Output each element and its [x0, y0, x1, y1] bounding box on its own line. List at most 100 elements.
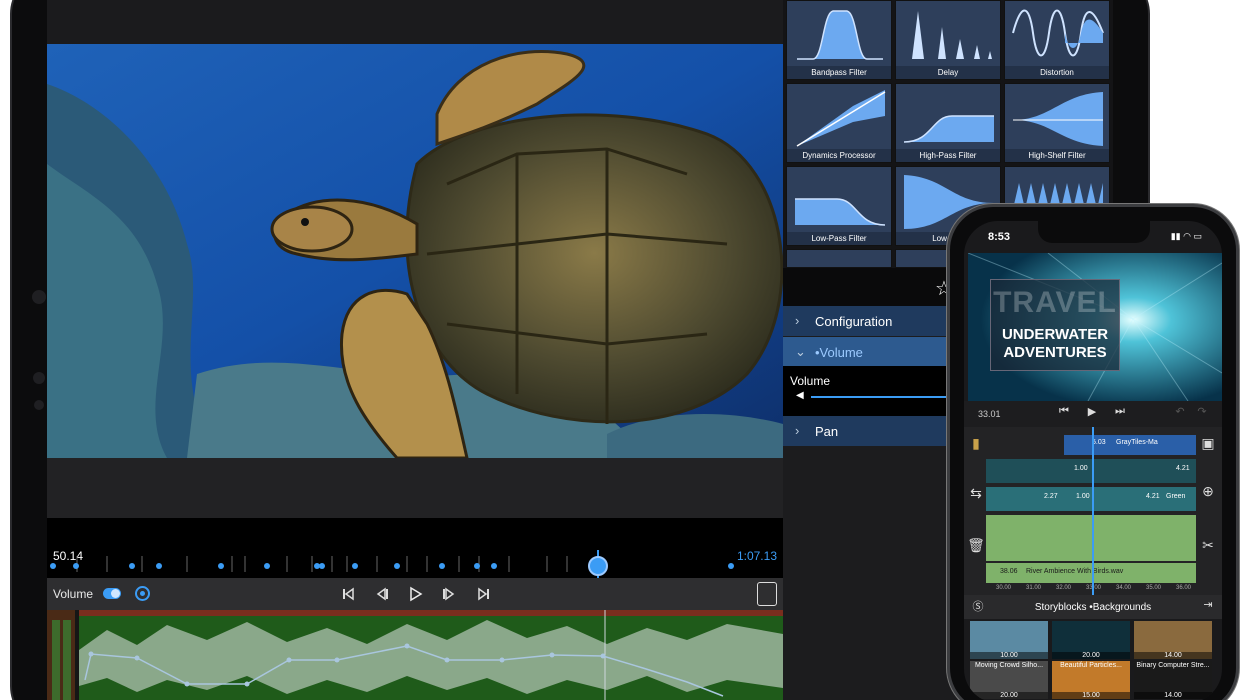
iphone-notch	[1038, 221, 1150, 243]
ipad-sensor-icon	[33, 372, 45, 384]
title-ghost-text: TRAVEL	[993, 286, 1117, 319]
volume-label: Volume	[53, 587, 94, 601]
timeline-ruler: 30.00 31.00 32.00 33.00 34.00 35.00 36.0…	[986, 585, 1196, 595]
phone-video-preview[interactable]: TRAVEL UNDERWATER ADVENTURES	[968, 253, 1222, 401]
audio-waveform[interactable]	[47, 610, 783, 700]
pan-label: Pan	[815, 424, 839, 439]
video-track-2[interactable]: 2.27 1.00 4.21 Green	[986, 487, 1196, 511]
skip-start-icon[interactable]	[339, 585, 357, 603]
ipad-sensor-icon	[34, 400, 44, 410]
clip-duration: 1.00	[1074, 465, 1088, 472]
thumb-duration: 20.00	[970, 692, 1048, 699]
redo-icon[interactable]: ↷	[1192, 405, 1212, 425]
step-forward-icon[interactable]	[440, 585, 458, 603]
video-track-1[interactable]: 1.00 4.21	[986, 459, 1196, 483]
thumb-duration: 20.00	[1052, 652, 1130, 659]
device-mockup: 50.14 1:07.13 Volume Bandpass Filter Del…	[0, 0, 1245, 700]
library-thumb[interactable]: 10.00	[970, 621, 1048, 659]
split-audio-icon[interactable]: ⇆	[966, 485, 986, 505]
keyframe-target-icon[interactable]	[135, 586, 150, 601]
exit-icon[interactable]: ⇥	[1198, 598, 1218, 618]
play-icon[interactable]	[406, 585, 424, 603]
status-time: 8:53	[988, 231, 1011, 243]
clip-duration: 1.00	[1076, 493, 1090, 500]
ruler-tick: 34.00	[1116, 585, 1132, 591]
effect-distortion[interactable]: Distortion	[1004, 0, 1110, 80]
volume-slider-label: Volume	[790, 374, 831, 388]
delay-curve-icon	[912, 11, 992, 59]
title-clip[interactable]: 5.03 GrayTiles-Ma	[1064, 435, 1196, 455]
iphone-frame: 8:53 ▮▮ ◠ ▭ TRAVEL UNDERWATER ADVENTURES…	[947, 204, 1239, 700]
waveform-graphic	[47, 610, 783, 700]
effect-dynamics-processor[interactable]: Dynamics Processor	[786, 83, 892, 163]
configuration-label: Configuration	[815, 314, 893, 329]
title-line-1: UNDERWATER	[1001, 326, 1109, 343]
video-preview[interactable]	[47, 44, 783, 458]
editor-control-bar: Volume	[47, 578, 783, 610]
audio-duration: 38.06	[1000, 568, 1018, 575]
clip-duration: 5.03	[1092, 439, 1106, 446]
timeline-scrubber[interactable]: 50.14 1:07.13	[47, 518, 783, 578]
library-thumb[interactable]: Binary Computer Stre... 14.00	[1134, 661, 1212, 699]
thumb-duration: 14.00	[1134, 692, 1212, 699]
effect-high-pass-filter[interactable]: High-Pass Filter	[895, 83, 1001, 163]
audio-track-2[interactable]: 38.06 River Ambience With Birds.wav	[986, 563, 1196, 583]
effect-label: Distortion	[1005, 66, 1109, 79]
iphone-screen: 8:53 ▮▮ ◠ ▭ TRAVEL UNDERWATER ADVENTURES…	[964, 221, 1222, 700]
undo-icon[interactable]: ↶	[1170, 405, 1190, 425]
audio-track[interactable]	[986, 515, 1196, 561]
ruler-tick: 36.00	[1176, 585, 1192, 591]
effect-low-pass-filter[interactable]: Low-Pass Filter	[786, 166, 892, 246]
dynamics-curve-icon	[796, 90, 886, 147]
library-header: Ⓢ Storyblocks •Backgrounds ⇥	[964, 595, 1222, 619]
effect-delay[interactable]: Delay	[895, 0, 1001, 80]
clipboard-icon[interactable]	[757, 582, 777, 606]
thumb-label: Beautiful Particles...	[1060, 662, 1122, 669]
highpass-curve-icon	[903, 115, 994, 143]
effect-label: Delay	[896, 66, 1000, 79]
effect-bandpass-filter[interactable]: Bandpass Filter	[786, 0, 892, 80]
skip-end-icon[interactable]	[475, 585, 493, 603]
chevron-right-icon: ›	[795, 423, 800, 438]
highshelf-curve-icon	[1013, 92, 1103, 146]
clip-duration: 4.21	[1176, 465, 1190, 472]
effect-label: Low-Pass Filter	[787, 232, 891, 245]
trash-icon[interactable]: 🗑	[966, 537, 986, 557]
title-overlay: TRAVEL UNDERWATER ADVENTURES	[990, 279, 1120, 371]
add-icon[interactable]: ⊕	[1198, 483, 1218, 503]
volume-section-label: •Volume	[815, 345, 863, 360]
scissors-icon[interactable]: ✂	[1198, 537, 1218, 557]
bandpass-curve-icon	[797, 10, 883, 60]
effect-label: High-Shelf Filter	[1005, 149, 1109, 162]
briefcase-icon[interactable]: ▣	[1198, 435, 1218, 455]
effect-high-shelf-filter[interactable]: High-Shelf Filter	[1004, 83, 1110, 163]
lowpass-curve-icon	[795, 198, 886, 226]
effect-label: High-Pass Filter	[896, 149, 1000, 162]
timeline-ticks	[50, 550, 734, 578]
ruler-tick: 35.00	[1146, 585, 1162, 591]
audio-name: River Ambience With Birds.wav	[1026, 568, 1124, 575]
effect-label: Bandpass Filter	[787, 66, 891, 79]
step-back-icon[interactable]	[373, 585, 391, 603]
levels-icon[interactable]: ▮	[966, 435, 986, 455]
phone-playhead[interactable]	[1092, 427, 1094, 595]
ruler-tick: 31.00	[1026, 585, 1042, 591]
ruler-tick: 32.00	[1056, 585, 1072, 591]
skip-end-icon[interactable]: ⏭	[1110, 405, 1130, 425]
thumb-duration: 14.00	[1134, 652, 1212, 659]
library-thumb[interactable]: Beautiful Particles... 15.00	[1052, 661, 1130, 699]
library-thumb[interactable]: Moving Crowd Silho... 20.00	[970, 661, 1048, 699]
library-thumb[interactable]: 14.00	[1134, 621, 1212, 659]
phone-playhead-time: 33.01	[978, 409, 1001, 419]
volume-toggle[interactable]	[103, 588, 121, 599]
chevron-down-icon: ⌄	[795, 344, 806, 359]
skip-start-icon[interactable]: ⏮	[1054, 405, 1074, 425]
preview-letterbox	[47, 458, 783, 518]
library-title: Storyblocks •Backgrounds	[1034, 602, 1152, 613]
effect-partial[interactable]	[786, 249, 892, 268]
library-thumb[interactable]: 20.00	[1052, 621, 1130, 659]
phone-timeline[interactable]: ▮ ⇆ 🗑 ▣ ⊕ ✂ 5.03 GrayTiles-Ma 1.00 4.21 …	[964, 427, 1222, 595]
clip-duration: 2.27	[1044, 493, 1058, 500]
turtle-video-frame	[47, 44, 783, 458]
play-icon[interactable]: ▶	[1082, 405, 1102, 425]
